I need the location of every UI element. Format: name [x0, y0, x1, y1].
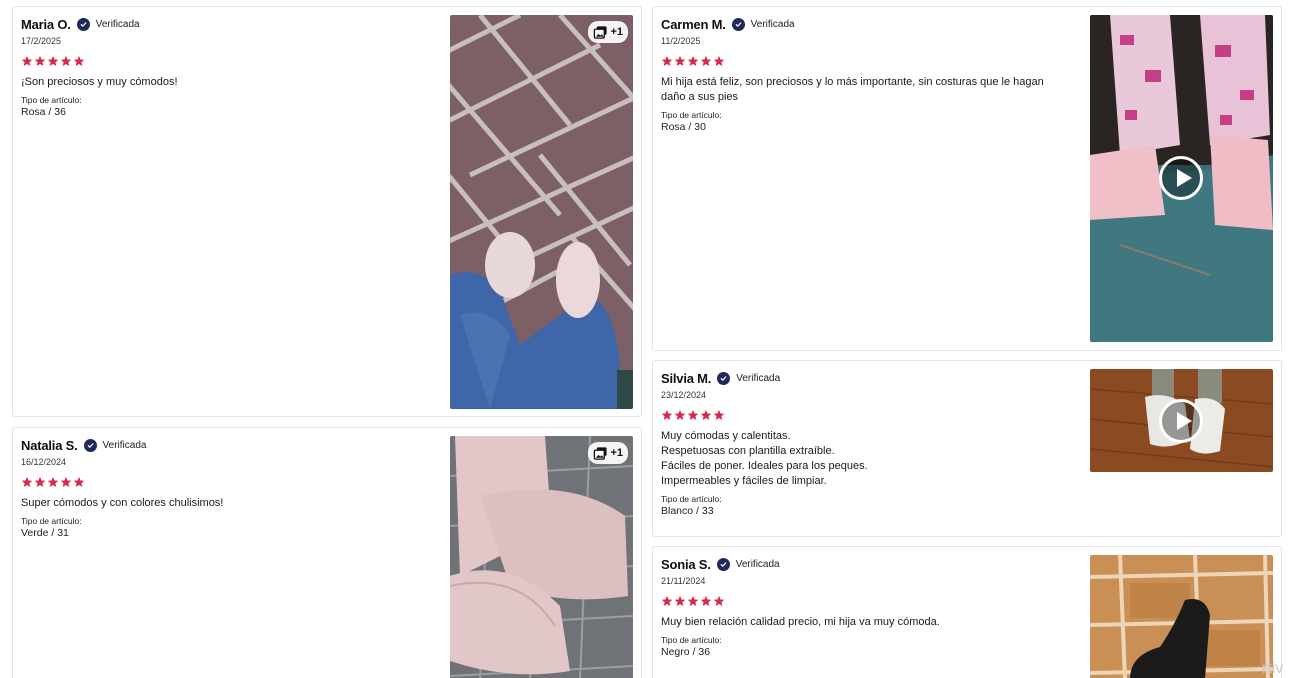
star-icon [34, 55, 46, 67]
star-rating [661, 55, 1071, 67]
star-icon [47, 476, 59, 488]
play-icon[interactable] [1159, 399, 1203, 443]
review-card: Maria O. Verificada 17/2/2025 ¡Son preci… [12, 6, 642, 417]
verified-check-icon [731, 17, 745, 31]
star-icon [661, 409, 673, 421]
review-date: 21/11/2024 [661, 576, 706, 586]
item-type-label: Tipo de artículo: [661, 635, 722, 645]
review-video[interactable] [1090, 369, 1273, 472]
review-card: Natalia S. Verificada 16/12/2024 Super c… [12, 427, 642, 678]
star-icon [674, 409, 686, 421]
star-icon [700, 595, 712, 607]
item-type-value: Verde / 31 [21, 527, 69, 539]
star-icon [661, 595, 673, 607]
item-type-value: Rosa / 30 [661, 121, 706, 133]
media-count: +1 [610, 26, 623, 38]
review-text: ¡Son preciosos y muy cómodos! [21, 76, 178, 88]
review-date: 16/12/2024 [21, 457, 67, 467]
star-icon [21, 476, 33, 488]
verified-check-icon [76, 17, 90, 31]
gallery-icon [593, 25, 608, 40]
review-date: 17/2/2025 [21, 36, 62, 46]
review-photo[interactable]: +1 [450, 15, 633, 409]
star-rating [21, 55, 178, 67]
reviewer-name: Carmen M. [661, 16, 726, 32]
star-icon [73, 55, 85, 67]
review-date: 11/2/2025 [661, 36, 701, 46]
star-icon [700, 55, 712, 67]
star-icon [687, 595, 699, 607]
verified-label: Verificada [735, 558, 780, 570]
play-icon[interactable] [1159, 156, 1203, 200]
review-photo[interactable]: +1 [450, 436, 633, 678]
gallery-icon [593, 446, 608, 461]
star-rating [661, 595, 940, 607]
item-type-value: Negro / 36 [661, 646, 711, 658]
star-icon [674, 595, 686, 607]
star-icon [21, 55, 33, 67]
item-type-value: Rosa / 36 [21, 106, 66, 118]
verified-label: Verificada [736, 372, 781, 384]
star-icon [661, 55, 673, 67]
media-count-badge[interactable]: +1 [588, 442, 628, 464]
verified-check-icon [83, 438, 97, 452]
media-count-badge[interactable]: +1 [588, 21, 628, 43]
star-icon [713, 55, 725, 67]
star-icon [73, 476, 85, 488]
watermark-text: rtiv [1262, 660, 1284, 677]
review-card: Sonia S. Verificada 21/11/2024 Muy bien … [652, 546, 1282, 678]
review-text: Mi hija está feliz, son preciosos y lo m… [661, 76, 1044, 103]
verified-label: Verificada [102, 439, 147, 451]
star-icon [687, 409, 699, 421]
review-text: Muy cómodas y calentitas. Respetuosas co… [661, 430, 868, 487]
verified-check-icon [716, 557, 730, 571]
star-icon [47, 55, 59, 67]
review-card: Carmen M. Verificada 11/2/2025 Mi hija e… [652, 6, 1282, 351]
review-date: 23/12/2024 [661, 390, 707, 400]
review-video[interactable] [1090, 15, 1273, 342]
star-icon [713, 595, 725, 607]
item-type-label: Tipo de artículo: [21, 95, 82, 105]
review-text: Super cómodos y con colores chulisimos! [21, 497, 224, 509]
reviewer-name: Natalia S. [21, 437, 78, 453]
verified-label: Verificada [750, 18, 795, 30]
verified-check-icon [717, 371, 731, 385]
reviewer-name: Silvia M. [661, 370, 712, 386]
star-icon [60, 55, 72, 67]
item-type-value: Blanco / 33 [661, 505, 714, 517]
review-card: Silvia M. Verificada 23/12/2024 Muy cómo… [652, 360, 1282, 537]
reviewer-name: Sonia S. [661, 556, 711, 572]
star-icon [674, 55, 686, 67]
review-photo[interactable] [1090, 555, 1273, 678]
star-icon [700, 409, 712, 421]
star-icon [60, 476, 72, 488]
item-type-label: Tipo de artículo: [21, 516, 82, 526]
star-icon [34, 476, 46, 488]
item-type-label: Tipo de artículo: [661, 110, 722, 120]
item-type-label: Tipo de artículo: [661, 494, 722, 504]
verified-label: Verificada [95, 18, 140, 30]
media-count: +1 [610, 447, 623, 459]
reviewer-name: Maria O. [21, 16, 71, 32]
star-icon [687, 55, 699, 67]
star-icon [713, 409, 725, 421]
star-rating [21, 476, 223, 488]
review-text: Muy bien relación calidad precio, mi hij… [661, 616, 940, 628]
star-rating [661, 409, 868, 421]
